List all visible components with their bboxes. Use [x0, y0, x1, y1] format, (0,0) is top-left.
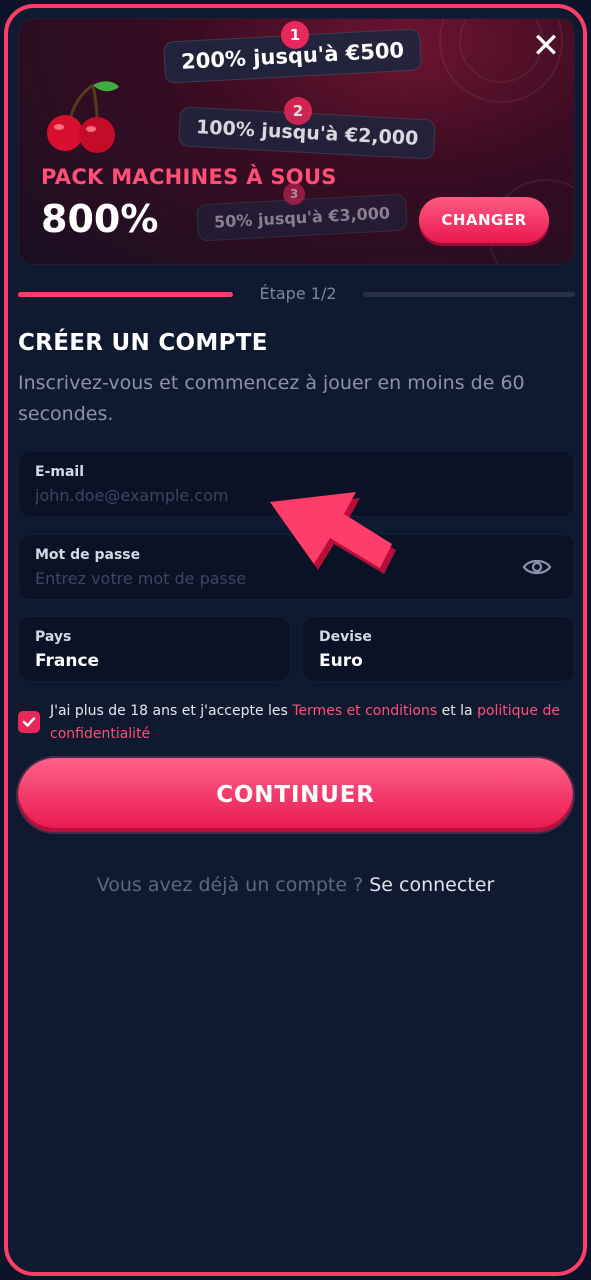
country-select[interactable]: Pays France [18, 616, 291, 682]
check-icon [22, 717, 36, 727]
progress-bar-remaining [363, 292, 575, 297]
email-label: E-mail [35, 464, 85, 480]
tier-2-badge: 2 [284, 97, 312, 125]
promo-banner: ✕ PACK MACHINES À SOUS 800% 200% jusqu'à… [18, 18, 575, 265]
login-prompt-text: Vous avez déjà un compte ? [96, 874, 370, 896]
login-link[interactable]: Se connecter [369, 874, 494, 896]
pointer-arrow-icon [270, 492, 396, 574]
step-indicator: Étape 1/2 [259, 284, 337, 303]
currency-select[interactable]: Devise Euro [302, 616, 575, 682]
page-title: CRÉER UN COMPTE [18, 330, 268, 356]
login-prompt: Vous avez déjà un compte ? Se connecter [8, 874, 583, 896]
page-subtitle: Inscrivez-vous et commencez à jouer en m… [18, 372, 525, 425]
close-button[interactable]: ✕ [528, 29, 564, 65]
change-bonus-button[interactable]: CHANGER [419, 197, 549, 243]
continue-button[interactable]: CONTINUER [18, 758, 573, 832]
tier-1-badge: 1 [281, 21, 309, 49]
country-label: Pays [35, 629, 72, 645]
close-icon: ✕ [531, 26, 561, 66]
cherry-icon [47, 81, 119, 153]
eye-icon[interactable] [522, 555, 552, 579]
progress-bar-completed [18, 292, 233, 297]
country-value: France [35, 651, 100, 671]
tier-3-badge: 3 [283, 183, 305, 205]
password-label: Mot de passe [35, 547, 141, 563]
terms-text: J'ai plus de 18 ans et j'accepte les Ter… [50, 700, 570, 746]
terms-checkbox[interactable] [18, 711, 40, 733]
signup-modal: ✕ PACK MACHINES À SOUS 800% 200% jusqu'à… [4, 4, 587, 1276]
terms-link[interactable]: Termes et conditions [292, 703, 437, 719]
terms-middle: et la [437, 703, 478, 719]
terms-prefix: J'ai plus de 18 ans et j'accepte les [50, 703, 293, 719]
currency-label: Devise [319, 629, 372, 645]
pack-value: 800% [41, 197, 159, 241]
currency-value: Euro [319, 651, 363, 671]
